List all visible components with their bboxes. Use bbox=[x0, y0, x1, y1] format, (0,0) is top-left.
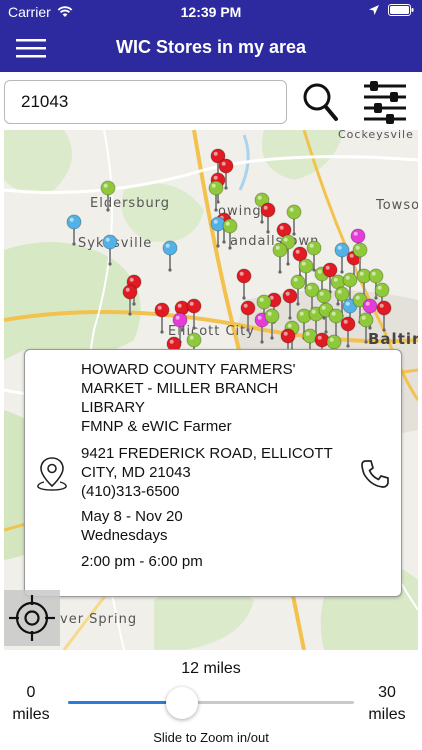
slider-hint: Slide to Zoom in/out bbox=[153, 730, 269, 745]
radius-slider-fill bbox=[68, 701, 183, 704]
search-row bbox=[0, 72, 422, 130]
crosshair-icon bbox=[9, 595, 55, 641]
store-type-label: FMNP & eWIC Farmer bbox=[81, 418, 232, 435]
open-hours: 2:00 pm - 6:00 pm bbox=[81, 553, 203, 570]
map-pin-marker[interactable] bbox=[282, 288, 298, 320]
hours-spacer bbox=[81, 545, 351, 552]
map-pin-marker[interactable] bbox=[186, 298, 202, 330]
store-address: 9421 FREDERICK ROAD, ELLICOTT CITY, MD 2… bbox=[81, 444, 351, 501]
map-pin-marker[interactable] bbox=[236, 268, 252, 300]
slider-max-label: 30 miles bbox=[358, 682, 416, 726]
slider-min-unit: miles bbox=[12, 706, 50, 723]
filter-button[interactable] bbox=[360, 80, 410, 124]
zip-search-input[interactable] bbox=[4, 80, 287, 124]
open-days: Wednesdays bbox=[81, 527, 168, 544]
page-title: WIC Stores in my area bbox=[115, 37, 307, 57]
location-pin-icon bbox=[37, 457, 67, 491]
radius-slider-track[interactable] bbox=[68, 687, 354, 719]
map-pin-marker[interactable] bbox=[100, 180, 116, 212]
store-name: HOWARD COUNTY FARMERS' MARKET - MILLER B… bbox=[81, 360, 331, 436]
map-pin-marker[interactable] bbox=[162, 240, 178, 272]
map-pin-marker[interactable] bbox=[272, 242, 288, 274]
locate-me-button[interactable] bbox=[4, 590, 60, 646]
radius-slider-thumb[interactable] bbox=[166, 687, 199, 719]
address-line: 9421 FREDERICK ROAD, ELLICOTT bbox=[81, 445, 333, 462]
slider-min-number: 0 bbox=[26, 684, 36, 701]
map-pin-marker[interactable] bbox=[102, 234, 118, 266]
battery-icon bbox=[388, 4, 414, 16]
status-bar: Carrier 12:39 PM bbox=[0, 0, 422, 24]
map-pin-marker[interactable] bbox=[208, 180, 224, 212]
nav-bar: WIC Stores in my area bbox=[0, 24, 422, 72]
status-time: 12:39 PM bbox=[180, 4, 242, 20]
map-pin-marker[interactable] bbox=[222, 218, 238, 250]
map-pin-marker[interactable] bbox=[340, 316, 356, 348]
address-line: CITY, MD 21043 bbox=[81, 464, 191, 481]
store-name-line: HOWARD COUNTY FARMERS' bbox=[81, 361, 296, 378]
slider-max-number: 30 bbox=[378, 684, 396, 701]
sliders-filter-icon bbox=[364, 81, 406, 124]
map-pin-marker[interactable] bbox=[376, 300, 392, 332]
season-dates: May 8 - Nov 20 bbox=[81, 508, 183, 525]
map-pin-marker[interactable] bbox=[154, 302, 170, 334]
slider-value-label: 12 miles bbox=[181, 660, 241, 677]
store-info-card[interactable]: HOWARD COUNTY FARMERS' MARKET - MILLER B… bbox=[24, 349, 402, 597]
map-pin-marker[interactable] bbox=[240, 300, 256, 332]
map-pin-marker[interactable] bbox=[260, 202, 276, 234]
store-hours: May 8 - Nov 20 Wednesdays 2:00 pm - 6:00… bbox=[81, 507, 351, 571]
store-phone[interactable]: (410)313-6500 bbox=[81, 482, 351, 501]
location-arrow-icon bbox=[369, 5, 379, 15]
store-name-line: MARKET - MILLER BRANCH bbox=[81, 380, 279, 397]
slider-min-label: 0 miles bbox=[6, 682, 56, 726]
radius-slider-area: 12 miles 0 miles 30 miles Slide to Zoom … bbox=[0, 650, 422, 750]
phone-call-icon[interactable] bbox=[359, 458, 391, 490]
status-right bbox=[368, 4, 414, 16]
search-button[interactable] bbox=[300, 80, 342, 124]
store-name-line: LIBRARY bbox=[81, 399, 145, 416]
slider-max-unit: miles bbox=[368, 706, 406, 723]
search-icon bbox=[303, 83, 338, 121]
map-pin-marker[interactable] bbox=[66, 214, 82, 246]
